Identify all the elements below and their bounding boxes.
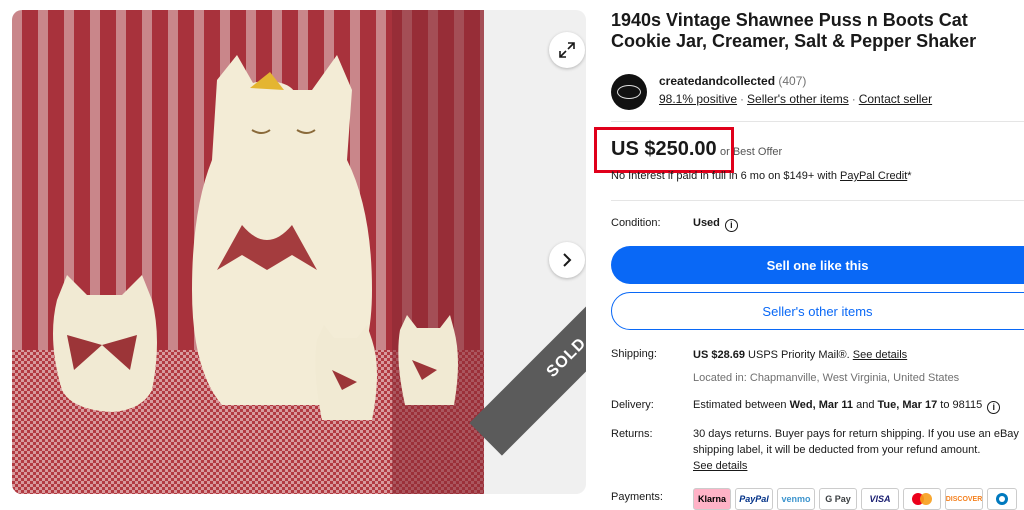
payments-label: Payments: (611, 491, 663, 503)
shipping-value: US $28.69 USPS Priority Mail®. See detai… (693, 349, 908, 361)
seller-info: createdandcollected (407) 98.1% positive… (611, 72, 1024, 112)
listing-photo[interactable] (12, 10, 484, 494)
item-location: Located in: Chapmanville, West Virginia,… (693, 372, 960, 384)
expand-image-button[interactable] (549, 32, 585, 68)
divider (611, 200, 1024, 201)
seller-avatar[interactable] (611, 74, 647, 110)
sellers-other-items-button[interactable]: Seller's other items (611, 292, 1024, 330)
diners-club-icon (987, 488, 1017, 510)
returns-details-link[interactable]: See details (693, 460, 747, 472)
financing-info: No Interest if paid in full in 6 mo on $… (611, 170, 912, 182)
shipping-label: Shipping: (611, 348, 657, 360)
visa-icon: VISA (861, 488, 899, 510)
shipping-details-link[interactable]: See details (853, 349, 907, 361)
price-highlight-box (594, 127, 734, 173)
info-icon[interactable]: i (987, 401, 1001, 414)
contact-seller-link[interactable]: Contact seller (859, 92, 932, 106)
paypal-credit-link[interactable]: PayPal Credit (840, 170, 907, 182)
divider (611, 121, 1024, 122)
expand-icon (559, 42, 575, 58)
payment-methods: Klarna PayPal venmo G Pay VISA DISCOVER (693, 488, 1017, 510)
delivery-label: Delivery: (611, 399, 654, 411)
image-gallery: SOLD (12, 10, 586, 494)
returns-label: Returns: (611, 428, 653, 440)
next-image-button[interactable] (549, 242, 585, 278)
sell-one-like-this-button[interactable]: Sell one like this (611, 246, 1024, 284)
klarna-icon: Klarna (693, 488, 731, 510)
delivery-value: Estimated between Wed, Mar 11 and Tue, M… (693, 399, 1001, 414)
sold-ribbon: SOLD (469, 260, 586, 456)
mastercard-icon (903, 488, 941, 510)
venmo-icon: venmo (777, 488, 815, 510)
paypal-icon: PayPal (735, 488, 773, 510)
discover-icon: DISCOVER (945, 488, 983, 510)
listing-title: 1940s Vintage Shawnee Puss n Boots Cat C… (611, 10, 977, 51)
returns-line1: 30 days returns. Buyer pays for return s… (693, 428, 1019, 440)
seller-other-items-link[interactable]: Seller's other items (747, 92, 849, 106)
returns-line2: shipping label, it will be deducted from… (693, 444, 981, 456)
chevron-right-icon (563, 253, 572, 267)
seller-feedback-count: (407) (778, 74, 807, 88)
seller-name[interactable]: createdandcollected (659, 74, 775, 88)
seller-positive-link[interactable]: 98.1% positive (659, 92, 737, 106)
condition-label: Condition: (611, 217, 661, 229)
condition-value: Used (693, 217, 720, 229)
google-pay-icon: G Pay (819, 488, 857, 510)
info-icon[interactable]: i (724, 219, 738, 232)
